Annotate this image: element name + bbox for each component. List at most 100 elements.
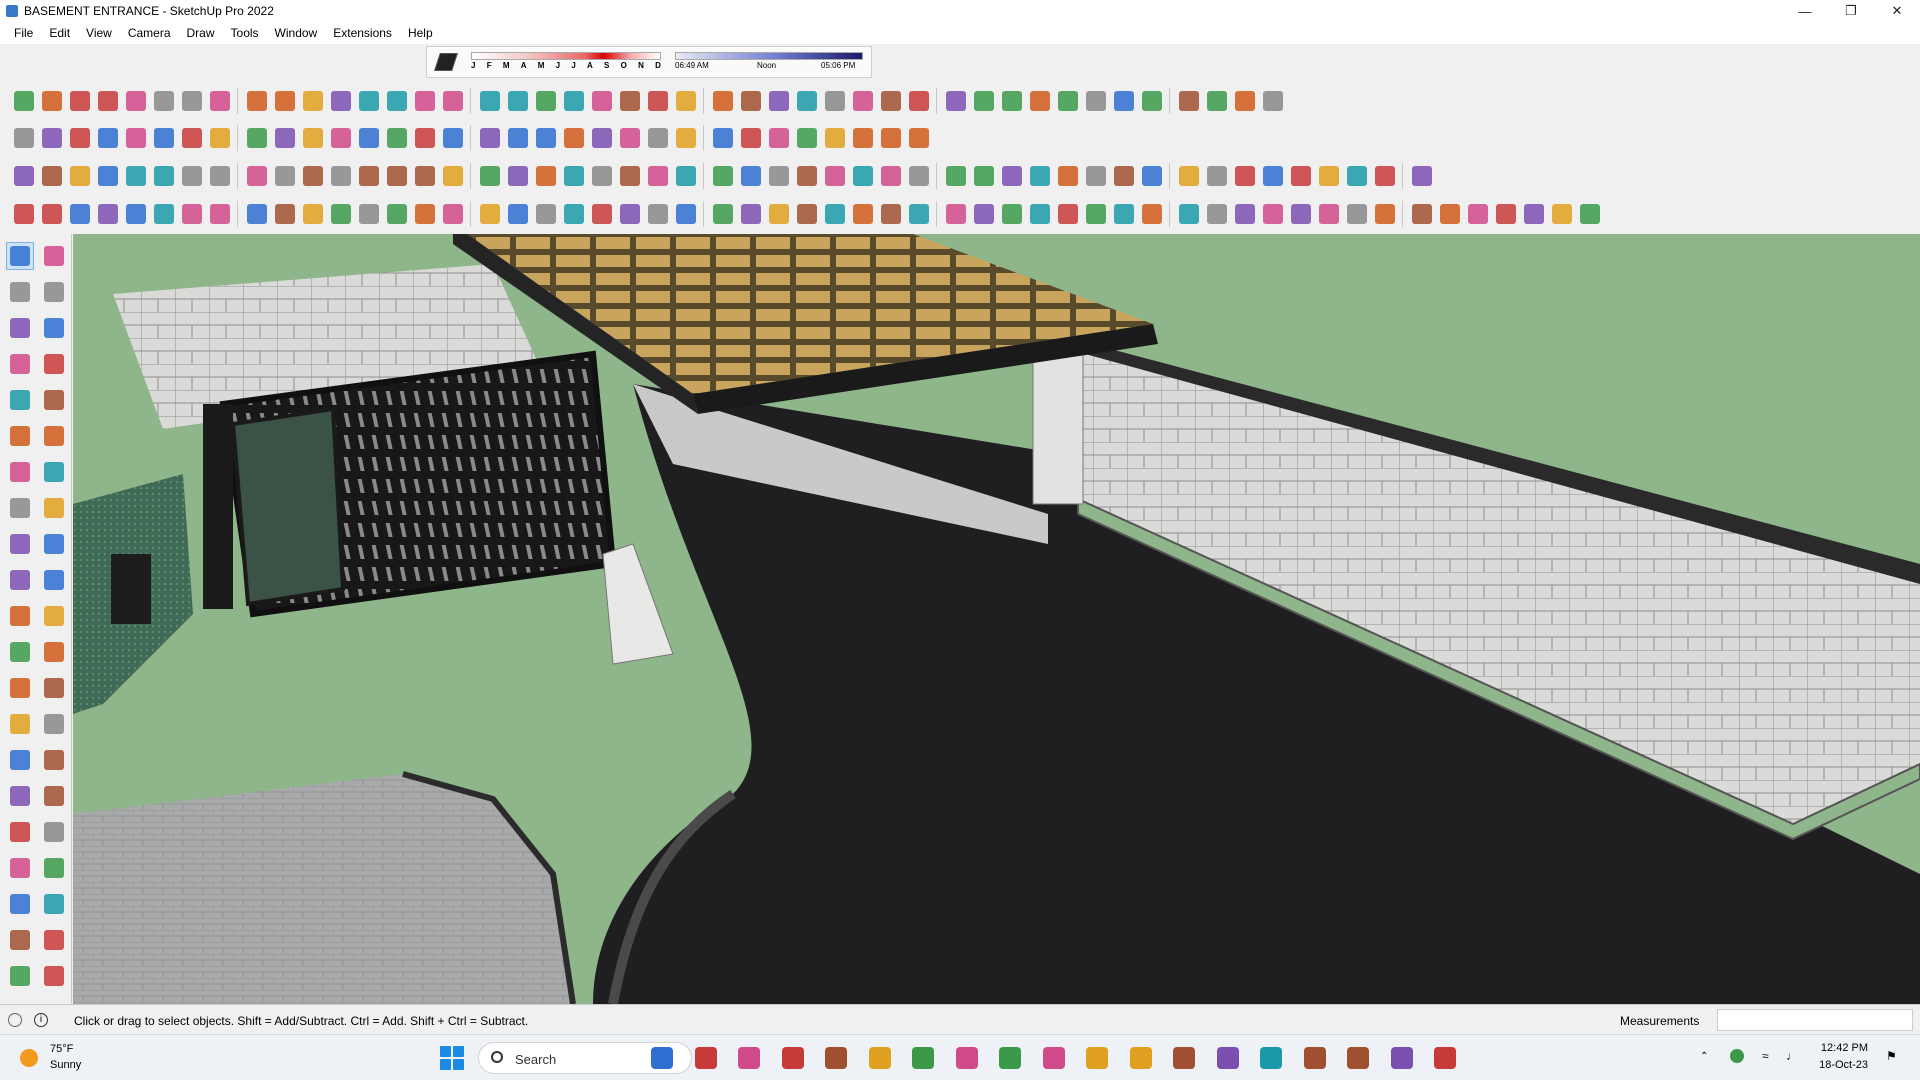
start-button[interactable] <box>440 1046 464 1070</box>
minimize-icon[interactable]: — <box>1782 0 1828 22</box>
grid-orange3-icon[interactable] <box>1492 200 1520 228</box>
select-tool-icon[interactable] <box>6 242 34 270</box>
previous-view-icon[interactable] <box>40 818 68 846</box>
cube-mesh-icon[interactable] <box>383 200 411 228</box>
zoom-tool-icon[interactable] <box>476 124 504 152</box>
push-pull-icon[interactable] <box>178 124 206 152</box>
pinterest-icon[interactable] <box>1344 1044 1372 1072</box>
zoom-extents-icon[interactable] <box>504 124 532 152</box>
menu-draw[interactable]: Draw <box>179 26 223 40</box>
hook-yellow-icon[interactable] <box>1054 200 1082 228</box>
arrow-multi-icon[interactable] <box>849 124 877 152</box>
widgets-icon[interactable] <box>648 1044 676 1072</box>
x-ray-icon[interactable] <box>94 162 122 190</box>
truss-icon[interactable] <box>709 87 737 115</box>
sun-yellow-icon[interactable] <box>1371 200 1399 228</box>
store-icon[interactable] <box>1259 87 1287 115</box>
facade-icon[interactable] <box>905 87 933 115</box>
warehouse-icon[interactable] <box>532 124 560 152</box>
sphere2-icon[interactable] <box>206 200 234 228</box>
text-tool-icon[interactable] <box>40 674 68 702</box>
sandbox-icon[interactable] <box>616 124 644 152</box>
pivot-icon[interactable] <box>10 200 38 228</box>
swirl-icon[interactable] <box>877 162 905 190</box>
section-fill-icon[interactable] <box>327 162 355 190</box>
joist-icon[interactable] <box>1054 87 1082 115</box>
pyramid-green-icon[interactable] <box>1231 200 1259 228</box>
sticky-notes-icon[interactable] <box>1040 1044 1068 1072</box>
info-icon[interactable]: i <box>34 1013 48 1027</box>
protractor-tool-icon[interactable] <box>6 674 34 702</box>
hidden-line-icon[interactable] <box>178 162 206 190</box>
shape-multi-icon[interactable] <box>1259 200 1287 228</box>
plane2-icon[interactable] <box>1408 162 1436 190</box>
cloud-icon[interactable] <box>206 87 234 115</box>
ring-icon[interactable] <box>411 162 439 190</box>
arrow-red-icon[interactable] <box>765 124 793 152</box>
move-tool-icon[interactable] <box>6 530 34 558</box>
arrow-orange-icon[interactable] <box>821 124 849 152</box>
panel-icon[interactable] <box>877 87 905 115</box>
frame-icon[interactable] <box>849 87 877 115</box>
solid-union-icon[interactable] <box>243 200 271 228</box>
weather-sun-icon[interactable] <box>20 1049 38 1067</box>
volume-icon[interactable]: ♩ <box>1786 1049 1798 1063</box>
box-icon[interactable] <box>1138 87 1166 115</box>
freehand-curve-icon[interactable] <box>10 87 38 115</box>
three-point-arc-icon[interactable] <box>40 494 68 522</box>
carpet-icon[interactable] <box>1259 162 1287 190</box>
solid-box2-icon[interactable] <box>355 200 383 228</box>
cone-multi-icon[interactable] <box>998 200 1026 228</box>
magic-icon[interactable] <box>905 124 933 152</box>
geo-location-icon[interactable] <box>8 1013 22 1027</box>
orbit-tool-icon[interactable] <box>40 242 68 270</box>
position-camera-icon[interactable] <box>6 854 34 882</box>
dimension-tool-icon[interactable] <box>40 638 68 666</box>
grid-icon[interactable] <box>504 87 532 115</box>
gear-icon[interactable] <box>122 87 150 115</box>
dome-icon[interactable] <box>178 200 206 228</box>
protractor-icon[interactable] <box>94 200 122 228</box>
terrain-icon[interactable] <box>821 162 849 190</box>
extension-tool-icon[interactable] <box>40 926 68 954</box>
close-icon[interactable]: ✕ <box>1874 0 1920 22</box>
stair-right-icon[interactable] <box>616 87 644 115</box>
layout-icon[interactable] <box>588 124 616 152</box>
clock-date[interactable]: 18-Oct-23 <box>1812 1059 1868 1071</box>
polygon-tool-icon[interactable] <box>40 422 68 450</box>
3dsmax-icon[interactable] <box>1170 1044 1198 1072</box>
line-tool-icon[interactable] <box>6 350 34 378</box>
sketchy-icon[interactable] <box>644 124 672 152</box>
styles-icon[interactable] <box>672 124 700 152</box>
diamond-white-icon[interactable] <box>616 200 644 228</box>
wall-icon[interactable] <box>672 87 700 115</box>
house-outline-icon[interactable] <box>1203 87 1231 115</box>
menu-tools[interactable]: Tools <box>223 26 267 40</box>
hand-icon[interactable] <box>439 200 467 228</box>
menu-file[interactable]: File <box>6 26 41 40</box>
follow-me-icon[interactable] <box>206 124 234 152</box>
pan-tool-icon[interactable] <box>40 746 68 774</box>
chat-icon[interactable] <box>779 1044 807 1072</box>
circle-tool-icon[interactable] <box>6 422 34 450</box>
arrow-up-icon[interactable] <box>709 124 737 152</box>
ring7-icon[interactable] <box>588 162 616 190</box>
vscode-icon[interactable] <box>1127 1044 1155 1072</box>
back-edges-icon[interactable] <box>122 162 150 190</box>
monochrome-icon[interactable] <box>271 162 299 190</box>
arrow-curve-icon[interactable] <box>271 87 299 115</box>
ring6-icon[interactable] <box>560 162 588 190</box>
solid-subtract-icon[interactable] <box>271 200 299 228</box>
eraser-icon[interactable] <box>66 124 94 152</box>
sandbox-tool-icon[interactable] <box>40 962 68 990</box>
warehouse-tool-icon[interactable] <box>6 926 34 954</box>
scale-box-icon[interactable] <box>299 200 327 228</box>
cube-blue-icon[interactable] <box>476 200 504 228</box>
section-plane-icon[interactable] <box>299 162 327 190</box>
pipe-icon[interactable] <box>793 200 821 228</box>
panel-blue-icon[interactable] <box>737 162 765 190</box>
sphere-icon[interactable] <box>243 87 271 115</box>
walk-icon[interactable] <box>6 890 34 918</box>
grid-select-icon[interactable] <box>1576 200 1604 228</box>
line-angle-icon[interactable] <box>327 87 355 115</box>
